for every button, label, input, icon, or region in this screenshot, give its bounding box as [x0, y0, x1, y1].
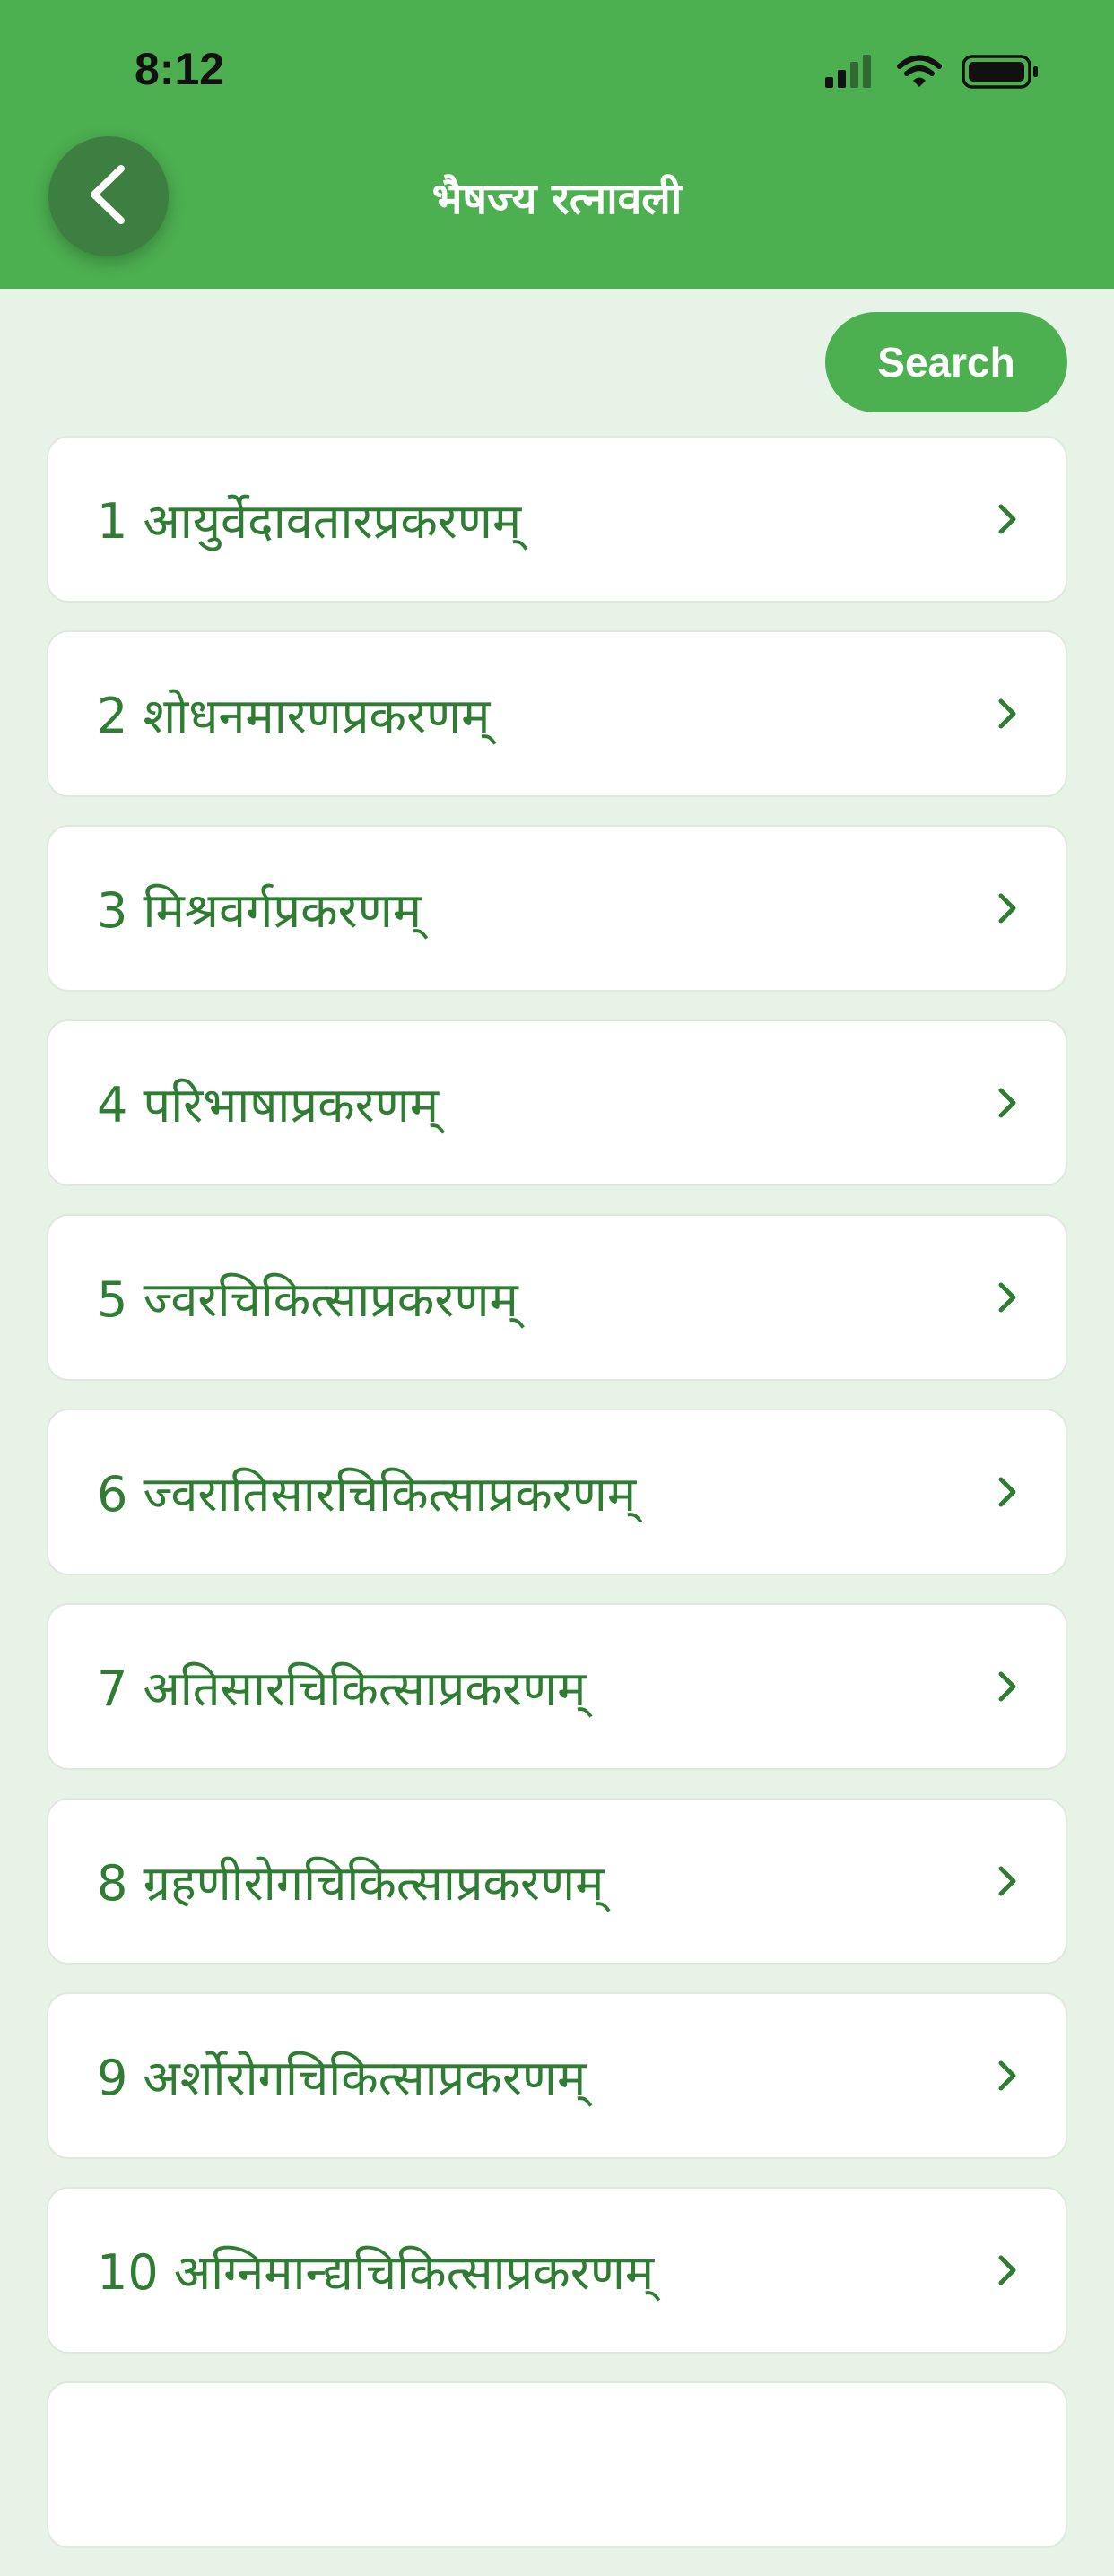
chapter-item-2[interactable]: 2 शोधनमारणप्रकरणम्: [47, 630, 1067, 797]
chevron-right-icon: [997, 2058, 1019, 2094]
chapter-item-6[interactable]: 6 ज्वरातिसारचिकित्साप्रकरणम्: [47, 1409, 1067, 1575]
chapter-label: 10 अग्निमान्द्यचिकित्साप्रकरणम्: [97, 2244, 655, 2301]
chapter-label: 4 परिभाषाप्रकरणम्: [97, 1077, 440, 1133]
chevron-right-icon: [997, 1279, 1019, 1315]
chevron-right-icon: [997, 501, 1019, 537]
chevron-right-icon: [997, 696, 1019, 732]
chapter-item-10[interactable]: 10 अग्निमान्द्यचिकित्साप्रकरणम्: [47, 2187, 1067, 2354]
chapter-label: 8 ग्रहणीरोगचिकित्साप्रकरणम्: [97, 1855, 605, 1912]
status-time: 8:12: [135, 44, 225, 94]
chevron-right-icon: [997, 2252, 1019, 2288]
search-button[interactable]: Search: [825, 312, 1067, 412]
chevron-right-icon: [997, 1085, 1019, 1121]
chapter-item-3[interactable]: 3 मिश्रवर्गप्रकरणम्: [47, 825, 1067, 992]
chapter-label: 5 ज्वरचिकित्साप्रकरणम्: [97, 1271, 518, 1328]
app-header: 8:12 भैषज्य रत्नावली: [0, 0, 1114, 289]
cellular-signal-icon: [825, 54, 877, 93]
wifi-icon: [897, 55, 942, 92]
chevron-right-icon: [997, 1863, 1019, 1899]
page-title: भैषज्य रत्नावली: [431, 174, 683, 224]
chevron-right-icon: [997, 890, 1019, 926]
chapter-item-9[interactable]: 9 अर्शोरोगचिकित्साप्रकरणम्: [47, 1992, 1067, 2159]
chapter-item-1[interactable]: 1 आयुर्वेदावतारप्रकरणम्: [47, 436, 1067, 603]
chapter-item-7[interactable]: 7 अतिसारचिकित्साप्रकरणम्: [47, 1603, 1067, 1770]
chapter-item-4[interactable]: 4 परिभाषाप्रकरणम्: [47, 1019, 1067, 1186]
chapter-item-5[interactable]: 5 ज्वरचिकित्साप्रकरणम्: [47, 1214, 1067, 1381]
chapter-label: 7 अतिसारचिकित्साप्रकरणम्: [97, 1661, 587, 1717]
status-icons: [825, 54, 1039, 93]
chapter-label: 2 शोधनमारणप्रकरणम्: [97, 688, 491, 744]
chapter-label: 6 ज्वरातिसारचिकित्साप्रकरणम्: [97, 1466, 637, 1522]
battery-icon: [962, 54, 1039, 93]
chapter-list: 1 आयुर्वेदावतारप्रकरणम् 2 शोधनमारणप्रकरण…: [47, 436, 1067, 2576]
chapter-label: 1 आयुर्वेदावतारप्रकरणम्: [97, 493, 522, 550]
chapter-label: 3 मिश्रवर्गप्रकरणम्: [97, 882, 422, 939]
chapter-item-11[interactable]: [47, 2381, 1067, 2548]
chapter-label: 9 अर्शोरोगचिकित्साप्रकरणम्: [97, 2050, 587, 2106]
chevron-right-icon: [997, 1474, 1019, 1510]
chevron-right-icon: [997, 1669, 1019, 1704]
chapter-item-8[interactable]: 8 ग्रहणीरोगचिकित्साप्रकरणम्: [47, 1798, 1067, 1965]
